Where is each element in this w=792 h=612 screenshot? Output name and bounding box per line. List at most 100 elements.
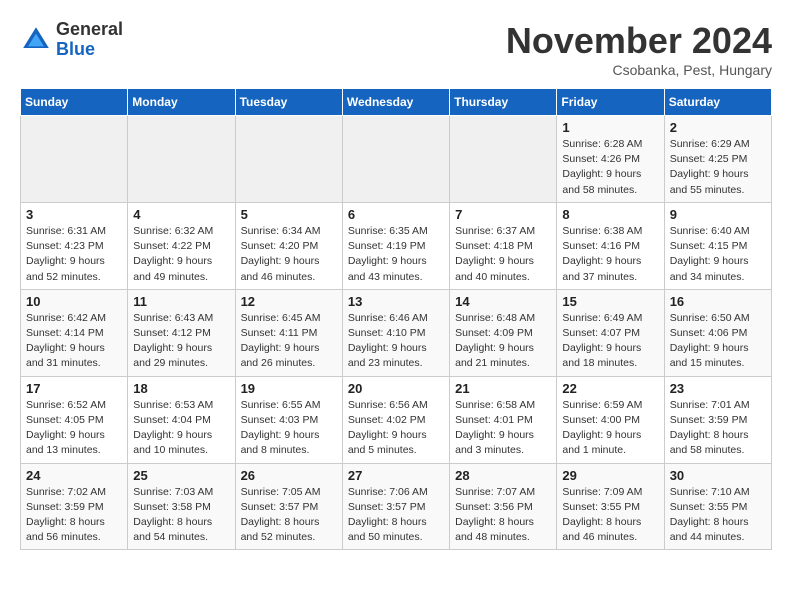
- header-cell-friday: Friday: [557, 89, 664, 116]
- day-number: 3: [26, 207, 122, 222]
- calendar-cell: 11 Sunrise: 6:43 AM Sunset: 4:12 PM Dayli…: [128, 289, 235, 376]
- header-cell-thursday: Thursday: [450, 89, 557, 116]
- day-info: Sunrise: 7:09 AM Sunset: 3:55 PM Dayligh…: [562, 485, 658, 546]
- day-info: Sunrise: 7:02 AM Sunset: 3:59 PM Dayligh…: [26, 485, 122, 546]
- day-number: 24: [26, 468, 122, 483]
- calendar-cell: 24 Sunrise: 7:02 AM Sunset: 3:59 PM Dayli…: [21, 463, 128, 550]
- calendar-cell: [450, 116, 557, 203]
- day-info: Sunrise: 6:29 AM Sunset: 4:25 PM Dayligh…: [670, 137, 766, 198]
- calendar-cell: 21 Sunrise: 6:58 AM Sunset: 4:01 PM Dayli…: [450, 376, 557, 463]
- day-info: Sunrise: 6:50 AM Sunset: 4:06 PM Dayligh…: [670, 311, 766, 372]
- calendar-cell: 1Sunrise: 6:28 AM Sunset: 4:26 PM Daylig…: [557, 116, 664, 203]
- calendar-cell: 16Sunrise: 6:50 AM Sunset: 4:06 PM Dayli…: [664, 289, 771, 376]
- day-info: Sunrise: 6:55 AM Sunset: 4:03 PM Dayligh…: [241, 398, 337, 459]
- logo-icon: [20, 24, 52, 56]
- header-cell-wednesday: Wednesday: [342, 89, 449, 116]
- day-number: 19: [241, 381, 337, 396]
- day-info: Sunrise: 6:31 AM Sunset: 4:23 PM Dayligh…: [26, 224, 122, 285]
- day-number: 28: [455, 468, 551, 483]
- calendar-cell: [128, 116, 235, 203]
- day-info: Sunrise: 6:52 AM Sunset: 4:05 PM Dayligh…: [26, 398, 122, 459]
- day-number: 6: [348, 207, 444, 222]
- day-number: 11: [133, 294, 229, 309]
- calendar-table: SundayMondayTuesdayWednesdayThursdayFrid…: [20, 88, 772, 550]
- day-info: Sunrise: 6:42 AM Sunset: 4:14 PM Dayligh…: [26, 311, 122, 372]
- day-number: 29: [562, 468, 658, 483]
- day-number: 17: [26, 381, 122, 396]
- day-info: Sunrise: 6:38 AM Sunset: 4:16 PM Dayligh…: [562, 224, 658, 285]
- calendar-week-row: 24 Sunrise: 7:02 AM Sunset: 3:59 PM Dayli…: [21, 463, 772, 550]
- calendar-cell: 29 Sunrise: 7:09 AM Sunset: 3:55 PM Dayli…: [557, 463, 664, 550]
- day-info: Sunrise: 7:10 AM Sunset: 3:55 PM Dayligh…: [670, 485, 766, 546]
- header-cell-saturday: Saturday: [664, 89, 771, 116]
- day-number: 2: [670, 120, 766, 135]
- calendar-cell: 7Sunrise: 6:37 AM Sunset: 4:18 PM Daylig…: [450, 202, 557, 289]
- calendar-cell: 13Sunrise: 6:46 AM Sunset: 4:10 PM Dayli…: [342, 289, 449, 376]
- calendar-cell: 28Sunrise: 7:07 AM Sunset: 3:56 PM Dayli…: [450, 463, 557, 550]
- day-number: 23: [670, 381, 766, 396]
- day-info: Sunrise: 7:03 AM Sunset: 3:58 PM Dayligh…: [133, 485, 229, 546]
- day-number: 9: [670, 207, 766, 222]
- calendar-cell: 14 Sunrise: 6:48 AM Sunset: 4:09 PM Dayli…: [450, 289, 557, 376]
- calendar-cell: 3 Sunrise: 6:31 AM Sunset: 4:23 PM Daylig…: [21, 202, 128, 289]
- day-number: 15: [562, 294, 658, 309]
- calendar-cell: 17 Sunrise: 6:52 AM Sunset: 4:05 PM Dayli…: [21, 376, 128, 463]
- day-info: Sunrise: 6:45 AM Sunset: 4:11 PM Dayligh…: [241, 311, 337, 372]
- day-number: 10: [26, 294, 122, 309]
- day-number: 5: [241, 207, 337, 222]
- title-area: November 2024 Csobanka, Pest, Hungary: [506, 20, 772, 78]
- logo-line2: Blue: [56, 40, 123, 60]
- day-number: 14: [455, 294, 551, 309]
- day-info: Sunrise: 6:59 AM Sunset: 4:00 PM Dayligh…: [562, 398, 658, 459]
- day-number: 30: [670, 468, 766, 483]
- location-title: Csobanka, Pest, Hungary: [506, 62, 772, 78]
- calendar-cell: 22 Sunrise: 6:59 AM Sunset: 4:00 PM Dayli…: [557, 376, 664, 463]
- day-number: 22: [562, 381, 658, 396]
- day-info: Sunrise: 6:43 AM Sunset: 4:12 PM Dayligh…: [133, 311, 229, 372]
- logo-line1: General: [56, 20, 123, 40]
- calendar-cell: 2 Sunrise: 6:29 AM Sunset: 4:25 PM Daylig…: [664, 116, 771, 203]
- logo: General Blue: [20, 20, 123, 60]
- day-number: 26: [241, 468, 337, 483]
- day-number: 8: [562, 207, 658, 222]
- calendar-cell: [21, 116, 128, 203]
- header: General Blue November 2024 Csobanka, Pes…: [20, 20, 772, 78]
- month-title: November 2024: [506, 20, 772, 62]
- day-info: Sunrise: 6:34 AM Sunset: 4:20 PM Dayligh…: [241, 224, 337, 285]
- calendar-week-row: 10 Sunrise: 6:42 AM Sunset: 4:14 PM Dayli…: [21, 289, 772, 376]
- calendar-header-row: SundayMondayTuesdayWednesdayThursdayFrid…: [21, 89, 772, 116]
- day-number: 1: [562, 120, 658, 135]
- calendar-week-row: 1Sunrise: 6:28 AM Sunset: 4:26 PM Daylig…: [21, 116, 772, 203]
- calendar-cell: 10 Sunrise: 6:42 AM Sunset: 4:14 PM Dayli…: [21, 289, 128, 376]
- day-info: Sunrise: 6:49 AM Sunset: 4:07 PM Dayligh…: [562, 311, 658, 372]
- header-cell-monday: Monday: [128, 89, 235, 116]
- day-info: Sunrise: 6:53 AM Sunset: 4:04 PM Dayligh…: [133, 398, 229, 459]
- day-number: 21: [455, 381, 551, 396]
- calendar-cell: 4Sunrise: 6:32 AM Sunset: 4:22 PM Daylig…: [128, 202, 235, 289]
- calendar-cell: [235, 116, 342, 203]
- day-info: Sunrise: 6:37 AM Sunset: 4:18 PM Dayligh…: [455, 224, 551, 285]
- day-info: Sunrise: 7:05 AM Sunset: 3:57 PM Dayligh…: [241, 485, 337, 546]
- day-info: Sunrise: 6:40 AM Sunset: 4:15 PM Dayligh…: [670, 224, 766, 285]
- calendar-cell: 30 Sunrise: 7:10 AM Sunset: 3:55 PM Dayli…: [664, 463, 771, 550]
- day-number: 25: [133, 468, 229, 483]
- day-info: Sunrise: 6:56 AM Sunset: 4:02 PM Dayligh…: [348, 398, 444, 459]
- calendar-week-row: 3 Sunrise: 6:31 AM Sunset: 4:23 PM Daylig…: [21, 202, 772, 289]
- calendar-cell: 26 Sunrise: 7:05 AM Sunset: 3:57 PM Dayli…: [235, 463, 342, 550]
- day-info: Sunrise: 6:58 AM Sunset: 4:01 PM Dayligh…: [455, 398, 551, 459]
- day-number: 20: [348, 381, 444, 396]
- calendar-cell: 19 Sunrise: 6:55 AM Sunset: 4:03 PM Dayli…: [235, 376, 342, 463]
- calendar-cell: 12Sunrise: 6:45 AM Sunset: 4:11 PM Dayli…: [235, 289, 342, 376]
- day-number: 18: [133, 381, 229, 396]
- header-cell-tuesday: Tuesday: [235, 89, 342, 116]
- day-info: Sunrise: 7:01 AM Sunset: 3:59 PM Dayligh…: [670, 398, 766, 459]
- day-number: 4: [133, 207, 229, 222]
- calendar-cell: 8 Sunrise: 6:38 AM Sunset: 4:16 PM Daylig…: [557, 202, 664, 289]
- calendar-cell: 5 Sunrise: 6:34 AM Sunset: 4:20 PM Daylig…: [235, 202, 342, 289]
- day-info: Sunrise: 6:48 AM Sunset: 4:09 PM Dayligh…: [455, 311, 551, 372]
- header-cell-sunday: Sunday: [21, 89, 128, 116]
- day-number: 27: [348, 468, 444, 483]
- calendar-cell: [342, 116, 449, 203]
- calendar-cell: 25 Sunrise: 7:03 AM Sunset: 3:58 PM Dayli…: [128, 463, 235, 550]
- logo-text: General Blue: [56, 20, 123, 60]
